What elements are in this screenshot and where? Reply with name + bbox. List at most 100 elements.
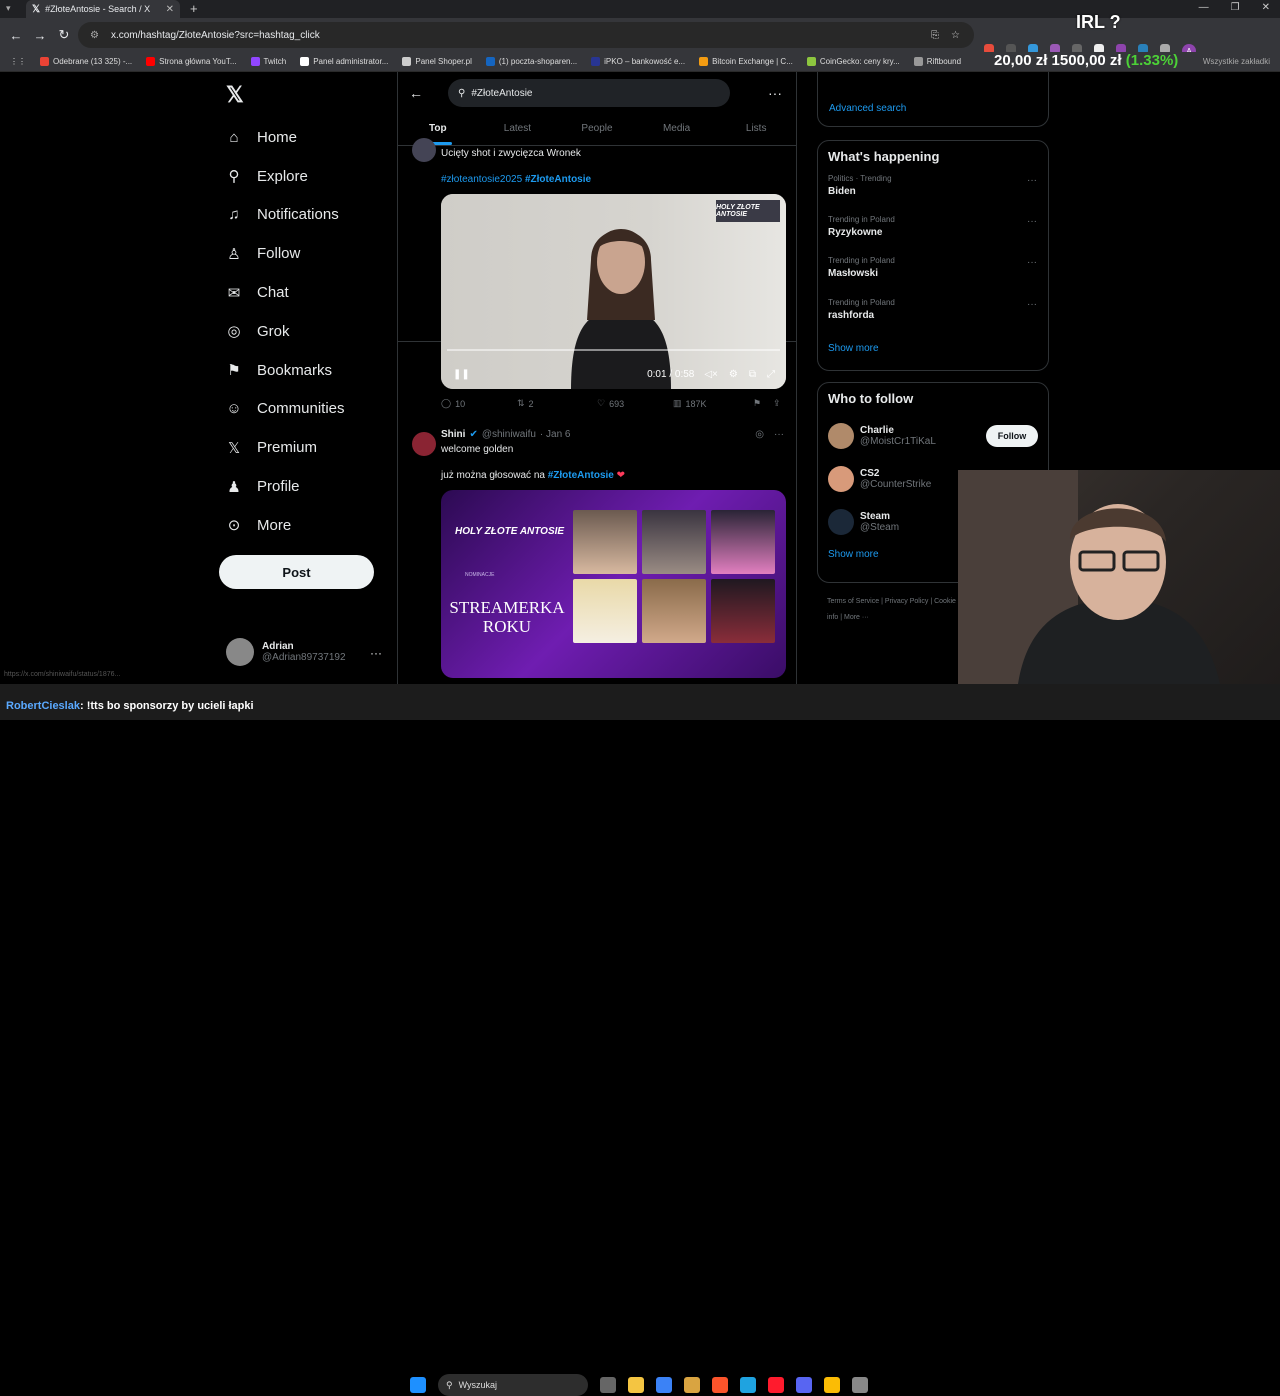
apps-icon[interactable]: ⋮⋮ xyxy=(10,57,26,66)
minimize-icon[interactable]: — xyxy=(1199,2,1209,13)
more-icon[interactable]: ··· xyxy=(370,646,382,660)
repost-button[interactable]: ⇅ 2 xyxy=(517,398,597,409)
back-icon[interactable]: ← xyxy=(4,28,28,43)
mute-icon[interactable]: ◁× xyxy=(704,369,718,380)
tab-lists[interactable]: Lists xyxy=(716,114,796,145)
bookmark-item[interactable]: Odebrane (13 325) -... xyxy=(40,57,132,66)
tab-latest[interactable]: Latest xyxy=(478,114,558,145)
tab-top[interactable]: Top xyxy=(398,114,478,145)
star-icon[interactable]: ☆ xyxy=(951,30,960,41)
close-window-icon[interactable]: ✕ xyxy=(1262,2,1270,13)
bookmark-item[interactable]: (1) poczta-shoparen... xyxy=(485,57,577,66)
bookmark-item[interactable]: iPKO – bankowość e... xyxy=(591,57,685,66)
store-icon[interactable] xyxy=(656,1377,672,1393)
sidebar-item-chat[interactable]: ✉ Chat xyxy=(222,273,345,312)
more-icon[interactable]: ··· xyxy=(768,85,782,101)
close-tab-icon[interactable]: ✕ xyxy=(166,4,174,15)
tab-media[interactable]: Media xyxy=(637,114,717,145)
tab-list-icon[interactable]: ▾ xyxy=(6,3,11,14)
search-input[interactable]: ⚲ #ZłoteAntosie xyxy=(448,79,730,107)
hashtag-link[interactable]: #ZłoteAntosie xyxy=(525,174,591,185)
bookmark-item[interactable]: Riftbound xyxy=(913,57,961,66)
follow-suggestion[interactable]: Charlie @MoistCr1TiKaL Follow xyxy=(818,414,1048,457)
views-button[interactable]: ▥ 187K xyxy=(673,398,753,409)
forward-icon[interactable]: → xyxy=(28,28,52,43)
restore-icon[interactable]: ❐ xyxy=(1231,2,1240,13)
opera-icon[interactable] xyxy=(768,1377,784,1393)
tweet[interactable]: Ucięty shot i zwycięzca Wronek #złoteant… xyxy=(398,138,796,389)
account-switcher[interactable]: Adrian @Adrian89737192 xyxy=(226,638,346,666)
browser-tab[interactable]: 𝕏 #ZłoteAntosie - Search / X ✕ xyxy=(26,0,180,18)
sidebar-item-bookmarks[interactable]: ⚑ Bookmarks xyxy=(222,351,345,390)
more-icon[interactable]: ··· xyxy=(1027,257,1037,268)
hashtag-link[interactable]: #złoteantosie2025 xyxy=(441,174,522,185)
settings-icon[interactable]: ⚙ xyxy=(729,369,738,380)
pause-icon[interactable]: ❚❚ xyxy=(453,369,470,380)
x-logo-icon[interactable]: 𝕏 xyxy=(226,82,244,108)
sidebar-item-profile[interactable]: ♟ Profile xyxy=(222,467,345,506)
folder-icon[interactable] xyxy=(628,1377,644,1393)
bookmark-item[interactable]: Panel administrator... xyxy=(300,57,388,66)
sidebar-item-explore[interactable]: ⚲ Explore xyxy=(222,157,345,196)
tab-people[interactable]: People xyxy=(557,114,637,145)
app-icon[interactable] xyxy=(852,1377,868,1393)
bookmark-item[interactable]: Twitch xyxy=(250,57,286,66)
bookmark-item[interactable]: Strona główna YouT... xyxy=(146,57,237,66)
fullscreen-icon[interactable]: ⤢ xyxy=(767,369,775,380)
sidebar-item-premium[interactable]: 𝕏 Premium xyxy=(222,428,345,467)
url-field[interactable]: ⚙ x.com/hashtag/ZłoteAntosie?src=hashtag… xyxy=(78,22,974,48)
show-more-link[interactable]: Show more xyxy=(818,343,1048,354)
site-info-icon[interactable]: ⚙ xyxy=(90,30,99,41)
tweet-actions: ◯ 10 ⇅ 2 ♡ 693 ▥ 187K ⚑ ⇪ xyxy=(441,398,786,409)
tweet-image[interactable]: HOLY ZŁOTE ANTOSIE NOMINACJE STREAMERKA … xyxy=(441,490,786,678)
bookmark-button[interactable]: ⚑ xyxy=(753,398,773,409)
share-button[interactable]: ⇪ xyxy=(773,398,781,409)
install-icon[interactable]: ⎘ xyxy=(931,30,939,41)
new-tab-icon[interactable]: + xyxy=(190,1,198,16)
trend-item[interactable]: Trending in Poland rashforda ··· xyxy=(818,296,1048,337)
like-button[interactable]: ♡ 693 xyxy=(597,398,673,409)
brave-icon[interactable] xyxy=(712,1377,728,1393)
all-bookmarks[interactable]: Wszystkie zakładki xyxy=(1203,57,1270,66)
task-view-icon[interactable] xyxy=(600,1377,616,1393)
pip-icon[interactable]: ⧉ xyxy=(749,369,756,380)
video-player[interactable]: HOLY ZŁOTE ANTOSIE ❚❚ 0:01 / 0:58 ◁× ⚙ ⧉… xyxy=(441,194,786,389)
more-icon[interactable]: ··· xyxy=(1027,216,1037,227)
sidebar-item-grok[interactable]: ◎ Grok xyxy=(222,312,345,351)
tweet-date[interactable]: · Jan 6 xyxy=(540,429,571,440)
author-name[interactable]: Shini xyxy=(441,429,465,440)
reply-button[interactable]: ◯ 10 xyxy=(441,398,517,409)
author-handle[interactable]: @shiniwaifu xyxy=(482,429,536,440)
bookmark-item[interactable]: CoinGecko: ceny kry... xyxy=(806,57,900,66)
windows-start-icon[interactable] xyxy=(410,1377,426,1393)
trend-item[interactable]: Politics · Trending Biden ··· xyxy=(818,172,1048,213)
sidebar-item-more[interactable]: ⊙ More xyxy=(222,506,345,545)
trend-item[interactable]: Trending in Poland Masłowski ··· xyxy=(818,254,1048,295)
sidebar-item-follow[interactable]: ♙ Follow xyxy=(222,234,345,273)
video-progress[interactable] xyxy=(447,349,780,351)
avatar[interactable] xyxy=(412,138,436,162)
chrome-icon[interactable] xyxy=(824,1377,840,1393)
back-arrow-icon[interactable]: ← xyxy=(398,85,434,101)
trend-item[interactable]: Trending in Poland Ryzykowne ··· xyxy=(818,213,1048,254)
hashtag-link[interactable]: #ZłoteAntosie xyxy=(548,470,614,481)
bookmark-item[interactable]: Panel Shoper.pl xyxy=(402,57,472,66)
more-icon[interactable]: ··· xyxy=(774,429,784,440)
avatar[interactable] xyxy=(412,432,436,456)
edge-icon[interactable] xyxy=(740,1377,756,1393)
taskbar-search[interactable]: ⚲ Wyszukaj xyxy=(438,1374,588,1396)
post-button[interactable]: Post xyxy=(219,555,374,589)
discord-icon[interactable] xyxy=(796,1377,812,1393)
sidebar-item-communities[interactable]: ☺ Communities xyxy=(222,390,344,429)
more-icon[interactable]: ··· xyxy=(1027,299,1037,310)
app-icon[interactable] xyxy=(684,1377,700,1393)
follow-button[interactable]: Follow xyxy=(986,424,1038,447)
more-icon[interactable]: ··· xyxy=(1027,175,1037,186)
sidebar-item-home[interactable]: ⌂ Home xyxy=(222,118,345,157)
advanced-search-link[interactable]: Advanced search xyxy=(829,103,906,114)
reload-icon[interactable]: ↻ xyxy=(52,27,76,43)
sidebar-item-notifications[interactable]: ♫ Notifications xyxy=(222,196,345,235)
bookmark-item[interactable]: Bitcoin Exchange | C... xyxy=(699,57,793,66)
grok-icon[interactable]: ◎ xyxy=(755,429,764,440)
irl-overlay: IRL ? xyxy=(1076,12,1121,32)
